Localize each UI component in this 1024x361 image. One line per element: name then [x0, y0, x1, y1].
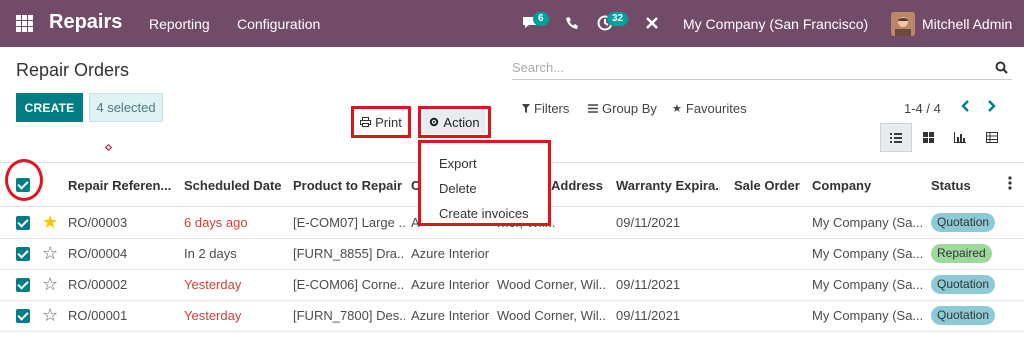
- menu-configuration[interactable]: Configuration: [237, 16, 320, 32]
- company-switcher[interactable]: My Company (San Francisco): [683, 16, 868, 32]
- row-checkbox[interactable]: [16, 309, 30, 323]
- cell-company: My Company (Sa...: [812, 308, 922, 323]
- selected-count: 4 selected: [89, 93, 163, 122]
- cell-product: [FURN_8855] Dra...: [293, 246, 405, 261]
- cell-repair-reference: RO/00004: [68, 246, 128, 261]
- tools-icon[interactable]: [645, 16, 659, 33]
- page-title: Repair Orders: [16, 60, 130, 80]
- col-warranty-expiration[interactable]: Warranty Expira...: [616, 178, 720, 193]
- annotation-marker: [104, 143, 113, 152]
- star-icon: ★: [672, 103, 682, 115]
- apps-menu-icon[interactable]: [16, 15, 33, 32]
- cell-company: My Company (Sa...: [812, 246, 922, 261]
- filters-button[interactable]: Filters: [522, 101, 569, 116]
- filter-icon: [522, 101, 530, 116]
- status-badge: Quotation: [931, 306, 996, 325]
- cell-product: [E-COM07] Large ...: [293, 215, 405, 230]
- bars-icon: [588, 101, 598, 116]
- graph-view-icon[interactable]: [944, 123, 976, 152]
- chevron-left-icon[interactable]: [960, 99, 970, 118]
- status-badge: Repaired: [931, 244, 992, 263]
- chevron-right-icon[interactable]: [987, 99, 997, 118]
- star-outline-icon[interactable]: ☆: [42, 275, 58, 293]
- phone-icon[interactable]: [566, 16, 579, 33]
- optional-columns-icon[interactable]: [1008, 176, 1012, 193]
- status-badge: Quotation: [931, 275, 996, 294]
- table-row[interactable]: ☆ RO/00002 Yesterday [E-COM06] Corne... Azur…: [0, 270, 1024, 301]
- kanban-view-icon[interactable]: [912, 123, 944, 152]
- col-company[interactable]: Company: [812, 178, 871, 193]
- cell-address: Wood Corner, Wil...: [497, 277, 607, 292]
- cell-product: [E-COM06] Corne...: [293, 277, 405, 292]
- view-switcher: [880, 123, 1008, 152]
- cell-repair-reference: RO/00002: [68, 277, 128, 292]
- messages-badge: 6: [533, 12, 549, 26]
- menu-item-export[interactable]: Export: [421, 151, 548, 176]
- cell-warranty: 09/11/2021: [616, 308, 681, 323]
- search-icon[interactable]: [995, 61, 1008, 77]
- menu-reporting[interactable]: Reporting: [149, 16, 210, 32]
- cell-warranty: 09/11/2021: [616, 215, 681, 230]
- row-checkbox[interactable]: [16, 278, 30, 292]
- table-row[interactable]: ☆ RO/00004 In 2 days [FURN_8855] Dra... Azur…: [0, 239, 1024, 270]
- list-view-icon[interactable]: [880, 123, 912, 152]
- cell-scheduled-date: Yesterday: [184, 308, 242, 323]
- groupby-button[interactable]: Group By: [588, 101, 657, 116]
- print-label: Print: [375, 114, 402, 130]
- cell-scheduled-date: In 2 days: [184, 246, 237, 261]
- annotation-circle: [5, 159, 43, 201]
- col-product-to-repair[interactable]: Product to Repair: [293, 178, 402, 193]
- cell-customer: Azure Interior: [411, 308, 490, 323]
- pivot-view-icon[interactable]: [976, 123, 1008, 152]
- create-button[interactable]: CREATE: [16, 93, 83, 122]
- app-name[interactable]: Repairs: [49, 11, 122, 34]
- col-repair-reference[interactable]: Repair Referen...: [68, 178, 178, 193]
- col-scheduled-date[interactable]: Scheduled Date: [184, 178, 282, 193]
- cell-company: My Company (Sa...: [812, 215, 922, 230]
- status-badge: Quotation: [931, 213, 996, 232]
- favourites-button[interactable]: ★ Favourites: [672, 101, 747, 116]
- row-checkbox[interactable]: [16, 247, 30, 261]
- cell-repair-reference: RO/00003: [68, 215, 128, 230]
- cell-company: My Company (Sa...: [812, 277, 922, 292]
- star-filled-icon[interactable]: ★: [42, 213, 58, 231]
- user-avatar[interactable]: [891, 12, 915, 36]
- row-checkbox[interactable]: [16, 216, 30, 230]
- action-button[interactable]: Action: [418, 106, 491, 138]
- cell-product: [FURN_7800] Des...: [293, 308, 405, 323]
- table-row[interactable]: ☆ RO/00001 Yesterday [FURN_7800] Des... Azur…: [0, 301, 1024, 332]
- menu-item-create-invoices[interactable]: Create invoices: [421, 201, 548, 226]
- search-bar: [512, 56, 1012, 80]
- cell-customer: Azure Interior: [411, 277, 490, 292]
- star-outline-icon[interactable]: ☆: [42, 244, 58, 262]
- cell-warranty: 09/11/2021: [616, 277, 681, 292]
- action-label: Action: [443, 114, 480, 130]
- top-navbar: Repairs Reporting Configuration 6 32 My …: [0, 0, 1024, 47]
- pager-value[interactable]: 1-4 / 4: [904, 101, 941, 116]
- print-button[interactable]: Print: [351, 106, 411, 138]
- cell-repair-reference: RO/00001: [68, 308, 128, 323]
- star-outline-icon[interactable]: ☆: [42, 306, 58, 324]
- col-status[interactable]: Status: [931, 178, 971, 193]
- filters-label: Filters: [534, 101, 570, 116]
- cell-address: Wood Corner, Wil...: [497, 308, 607, 323]
- cell-scheduled-date: 6 days ago: [184, 215, 248, 230]
- user-menu[interactable]: Mitchell Admin: [922, 16, 1012, 32]
- action-dropdown: Export Delete Create invoices: [418, 140, 551, 226]
- col-sale-order[interactable]: Sale Order: [734, 178, 800, 193]
- favourites-label: Favourites: [685, 101, 747, 116]
- cell-scheduled-date: Yesterday: [184, 277, 242, 292]
- cell-customer: Azure Interior: [411, 246, 490, 261]
- groupby-label: Group By: [602, 101, 657, 116]
- search-input[interactable]: [512, 56, 982, 78]
- printer-icon: [360, 115, 372, 130]
- activities-badge: 32: [607, 12, 629, 26]
- col-address[interactable]: Address: [551, 178, 603, 193]
- menu-item-delete[interactable]: Delete: [421, 176, 548, 201]
- gear-icon: [429, 115, 439, 130]
